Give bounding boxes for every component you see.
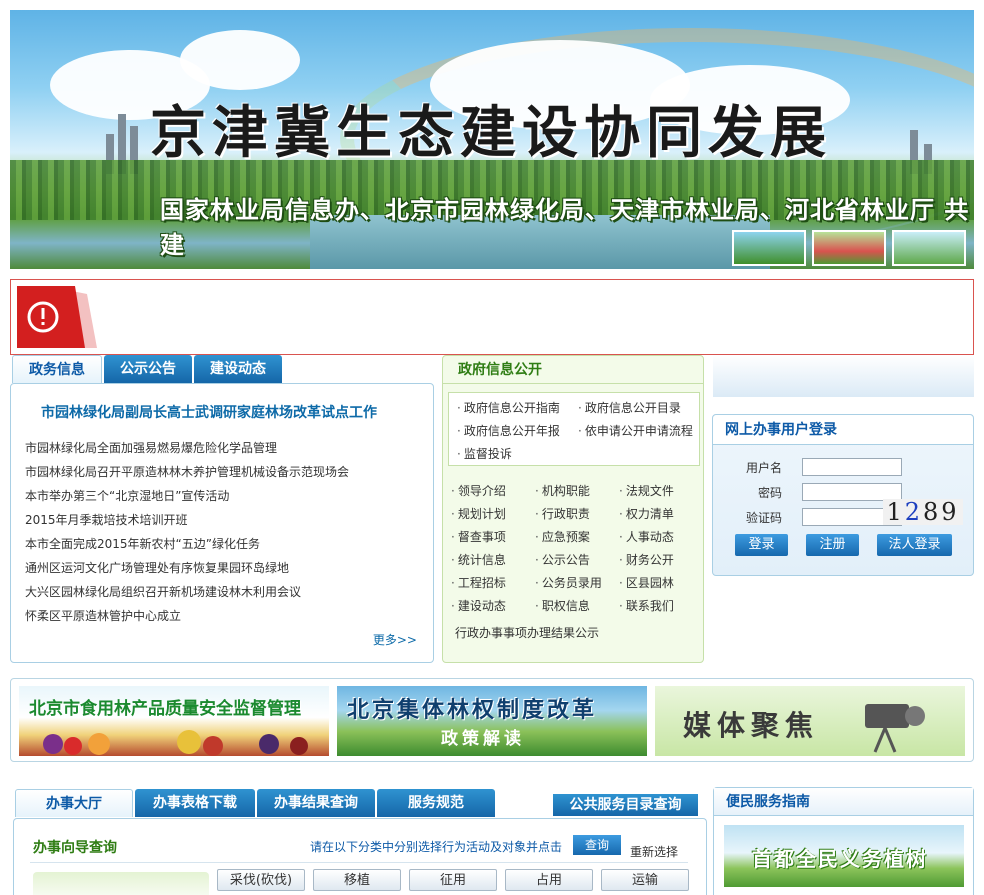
promo-food-safety[interactable]: 北京市食用林产品质量安全监督管理 [19,686,329,756]
login-title: 网上办事用户登录 [713,415,973,445]
news-item[interactable]: 市园林绿化局全面加强易燃易爆危险化学品管理 [25,436,349,460]
gov-grid-link[interactable]: 权力清单 [619,503,703,526]
service-guide-panel: 便民服务指南 首都全民义务植树 [713,787,974,895]
news-panel: 市园林绿化局副局长高士武调研家庭林场改革试点工作 市园林绿化局全面加强易燃易爆危… [10,383,434,663]
news-item[interactable]: 本市举办第三个“北京湿地日”宣传活动 [25,484,349,508]
header-banner: 京津冀生态建设协同发展 国家林业局信息办、北京市园林绿化局、天津市林业局、河北省… [10,10,974,269]
category-button[interactable]: 采伐(砍伐) [217,869,305,891]
gov-link-request-process[interactable]: 依申请公开申请流程 [578,420,699,443]
news-item[interactable]: 大兴区园林绿化局组织召开新机场建设林木利用会议 [25,580,349,604]
tab-form-download[interactable]: 办事表格下载 [135,789,255,817]
gov-grid-link[interactable]: 领导介绍 [451,480,535,503]
captcha-image[interactable]: 1289 [883,499,963,525]
captcha-row: 验证码 [732,508,902,526]
tree-planting-banner[interactable]: 首都全民义务植树 [724,825,964,887]
tab-announcements[interactable]: 公示公告 [104,355,192,383]
category-button[interactable]: 占用 [505,869,593,891]
gov-grid-link[interactable]: 机构职能 [535,480,619,503]
service-guide-title: 便民服务指南 [714,788,973,816]
gov-link-annual-report[interactable]: 政府信息公开年报 [457,420,578,443]
gov-grid-link[interactable]: 联系我们 [619,595,703,618]
gov-info-panel: 政府信息公开 政府信息公开指南 政府信息公开目录 政府信息公开年报 依申请公开申… [442,355,704,663]
divider [30,862,688,863]
hall-category-header [33,872,209,895]
gov-info-box: 政府信息公开指南 政府信息公开目录 政府信息公开年报 依申请公开申请流程 监督投… [448,392,700,466]
gov-link-results[interactable]: 行政办事事项办理结果公示 [455,624,599,641]
gov-grid-link[interactable]: 人事动态 [619,526,703,549]
video-camera-icon [865,704,925,753]
gov-grid-link[interactable]: 法规文件 [619,480,703,503]
banner-thumbnails [732,230,966,266]
gov-grid-link[interactable]: 财务公开 [619,549,703,572]
banner-thumbnail[interactable] [732,230,806,266]
category-button[interactable]: 移植 [313,869,401,891]
news-tabbar: 政务信息 公示公告 建设动态 [12,355,282,383]
gov-link-guide[interactable]: 政府信息公开指南 [457,397,578,420]
tab-service-hall[interactable]: 办事大厅 [15,789,133,817]
promo-banners: 北京市食用林产品质量安全监督管理 北京集体林权制度改革 政策解读 媒体聚焦 [10,678,974,762]
gov-link-catalog[interactable]: 政府信息公开目录 [578,397,699,420]
tab-result-query[interactable]: 办事结果查询 [257,789,375,817]
reset-link[interactable]: 重新选择 [630,843,678,860]
tab-government-affairs[interactable]: 政务信息 [12,355,102,383]
hall-tabbar: 办事大厅 办事表格下载 办事结果查询 服务规范 [15,789,495,817]
category-button[interactable]: 征用 [409,869,497,891]
login-button[interactable]: 登录 [735,534,788,556]
gov-grid-link[interactable]: 应急预案 [535,526,619,549]
news-more-link[interactable]: 更多>> [373,631,417,648]
banner-title: 京津冀生态建设协同发展 [150,100,832,166]
right-top-panel [713,355,974,397]
gov-links-grid: 领导介绍 机构职能 法规文件 规划计划 行政职责 权力清单 督查事项 应急预案 … [451,480,703,618]
gov-grid-link[interactable]: 区县园林 [619,572,703,595]
username-row: 用户名 [732,458,902,476]
password-row: 密码 [732,483,902,501]
news-item[interactable]: 2015年月季栽培技术培训开班 [25,508,349,532]
news-headline[interactable]: 市园林绿化局副局长高士武调研家庭林场改革试点工作 [41,402,377,422]
tab-service-standards[interactable]: 服务规范 [377,789,495,817]
banner-thumbnail[interactable] [892,230,966,266]
gov-grid-link[interactable]: 督查事项 [451,526,535,549]
gov-grid-link[interactable]: 公务员录用 [535,572,619,595]
gov-link-complaint[interactable]: 监督投诉 [457,443,582,466]
gov-grid-link[interactable]: 统计信息 [451,549,535,572]
password-label: 密码 [757,485,782,500]
promo-forest-rights-reform[interactable]: 北京集体林权制度改革 政策解读 [337,686,647,756]
query-button[interactable]: 查询 [573,835,621,855]
catalog-query-button[interactable]: 公共服务目录查询 [553,794,698,816]
news-item[interactable]: 怀柔区平原造林管护中心成立 [25,604,349,628]
gov-grid-link[interactable]: 行政职责 [535,503,619,526]
news-item[interactable]: 市园林绿化局召开平原造林林木养护管理机械设备示范现场会 [25,460,349,484]
corporate-login-button[interactable]: 法人登录 [877,534,952,556]
promo-media-focus[interactable]: 媒体聚焦 [655,686,965,756]
banner-thumbnail[interactable] [812,230,886,266]
category-button[interactable]: 运输 [601,869,689,891]
error-icon [17,286,97,348]
username-input[interactable] [802,458,902,476]
alert-strip [10,279,974,355]
tab-construction-news[interactable]: 建设动态 [194,355,282,383]
username-label: 用户名 [745,460,782,475]
news-list: 市园林绿化局全面加强易燃易爆危险化学品管理 市园林绿化局召开平原造林林木养护管理… [25,436,349,628]
gov-grid-link[interactable]: 职权信息 [535,595,619,618]
gov-grid-link[interactable]: 公示公告 [535,549,619,572]
gov-grid-link[interactable]: 工程招标 [451,572,535,595]
gov-info-title: 政府信息公开 [443,356,703,384]
fruit-basket-icon [43,730,308,756]
register-button[interactable]: 注册 [806,534,859,556]
hall-hint: 请在以下分类中分别选择行为活动及对象并点击 [310,840,563,854]
hall-guide-title: 办事向导查询 [33,840,117,856]
news-item[interactable]: 通州区运河文化广场管理处有序恢复果园环岛绿地 [25,556,349,580]
news-item[interactable]: 本市全面完成2015年新农村“五边”绿化任务 [25,532,349,556]
gov-grid-link[interactable]: 建设动态 [451,595,535,618]
gov-grid-link[interactable]: 规划计划 [451,503,535,526]
captcha-label: 验证码 [745,510,782,525]
